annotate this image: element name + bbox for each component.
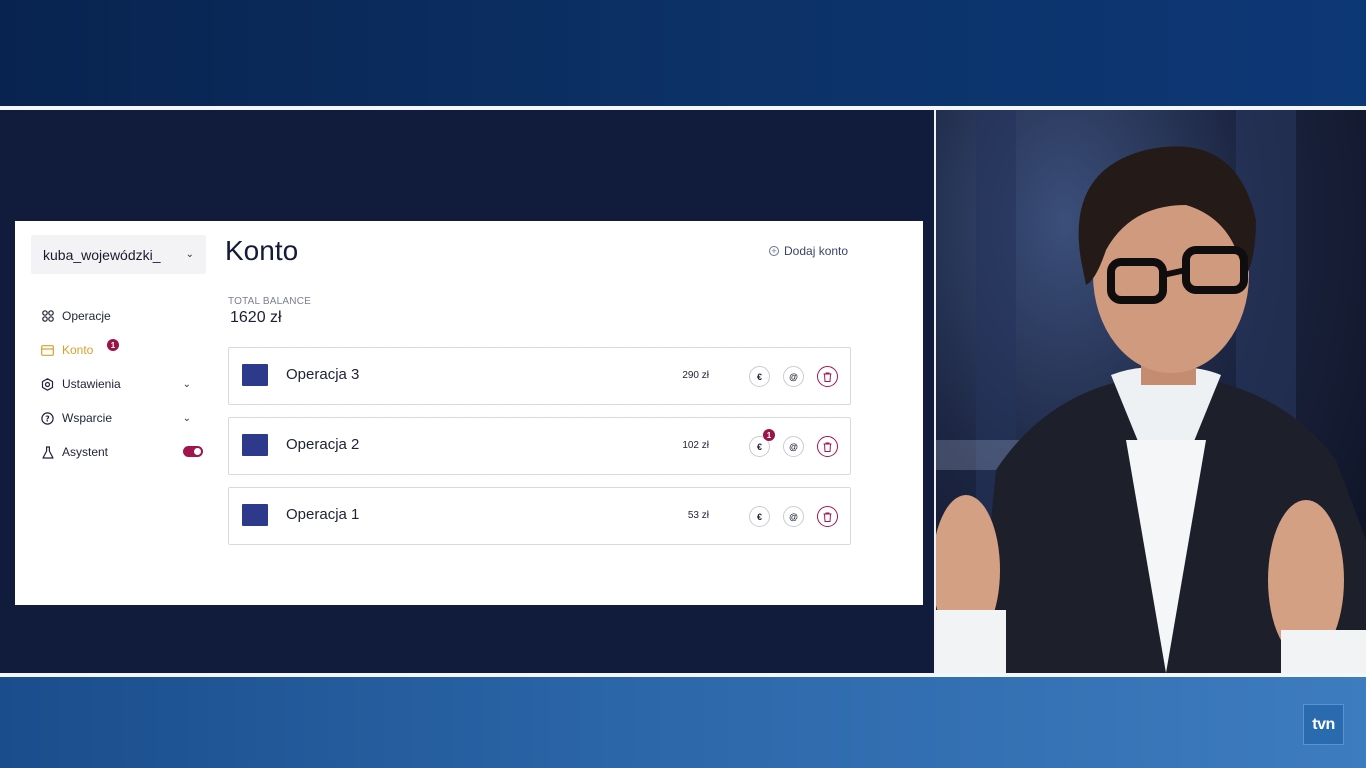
operation-thumbnail — [242, 504, 268, 526]
assistant-toggle[interactable] — [183, 446, 203, 457]
at-button[interactable]: @ — [783, 506, 804, 527]
chevron-down-icon: ⌄ — [185, 249, 194, 260]
add-account-button[interactable]: + Dodaj konto — [769, 244, 848, 258]
euro-icon: € — [756, 511, 762, 522]
notification-badge: 1 — [763, 429, 775, 441]
presenter-image — [936, 110, 1366, 673]
euro-button[interactable]: € — [749, 506, 770, 527]
plus-circle-icon: + — [769, 246, 779, 256]
euro-icon: € — [756, 371, 762, 382]
chevron-down-icon: ⌄ — [182, 379, 191, 390]
operation-name: Operacja 1 — [286, 506, 360, 523]
operation-row[interactable]: Operacja 1 53 zł € @ — [228, 487, 851, 545]
sidebar-item-label: Wsparcie — [62, 411, 113, 425]
total-balance-value: 1620 zł — [230, 309, 282, 326]
total-balance-label: TOTAL BALANCE — [228, 296, 311, 307]
delete-button[interactable] — [817, 366, 838, 387]
svg-text:?: ? — [45, 414, 50, 423]
operations-list: Operacja 3 290 zł € @ Operacja 2 102 zł … — [228, 347, 851, 557]
operation-amount: 53 zł — [687, 510, 709, 521]
sidebar-item-konto[interactable]: Konto 1 — [41, 333, 191, 367]
at-icon: @ — [789, 511, 798, 522]
gear-icon — [41, 377, 54, 391]
banking-app-window: kuba_wojewódzki_ ⌄ Operacje Konto 1 Usta… — [15, 221, 923, 605]
grid-icon — [41, 310, 54, 323]
at-button[interactable]: @ — [783, 436, 804, 457]
euro-icon: € — [756, 441, 762, 452]
at-icon: @ — [789, 441, 798, 452]
trash-icon — [823, 512, 832, 522]
sidebar-item-asystent[interactable]: Asystent — [41, 435, 203, 469]
add-account-label: Dodaj konto — [784, 244, 849, 258]
notification-badge: 1 — [107, 339, 119, 351]
operation-name: Operacja 2 — [286, 436, 360, 453]
operation-row[interactable]: Operacja 3 290 zł € @ — [228, 347, 851, 405]
presenter-camera-feed — [936, 110, 1366, 673]
flask-icon — [41, 445, 54, 459]
delete-button[interactable] — [817, 436, 838, 457]
help-circle-icon: ? — [41, 411, 54, 425]
operation-row[interactable]: Operacja 2 102 zł € 1 @ — [228, 417, 851, 475]
trash-icon — [823, 372, 832, 382]
euro-button[interactable]: € — [749, 366, 770, 387]
delete-button[interactable] — [817, 506, 838, 527]
sidebar-item-label: Operacje — [62, 309, 111, 323]
at-icon: @ — [789, 371, 798, 382]
page-title: Konto — [225, 235, 299, 266]
operation-thumbnail — [242, 364, 268, 386]
card-icon — [41, 344, 54, 357]
tvn-logo: tvn — [1303, 704, 1344, 745]
trash-icon — [823, 442, 832, 452]
sidebar-item-label: Konto — [62, 343, 94, 357]
sidebar-item-label: Asystent — [62, 445, 109, 459]
operation-amount: 102 zł — [682, 440, 709, 451]
operation-amount: 290 zł — [682, 370, 709, 381]
broadcast-top-band — [0, 0, 1366, 106]
operation-name: Operacja 3 — [286, 366, 360, 383]
broadcast-bottom-band — [0, 677, 1366, 768]
user-label: kuba_wojewódzki_ — [43, 246, 161, 263]
user-account-dropdown[interactable]: kuba_wojewódzki_ ⌄ — [31, 235, 206, 274]
sidebar-item-operacje[interactable]: Operacje — [41, 299, 191, 333]
sidebar-item-label: Ustawienia — [62, 377, 121, 391]
at-button[interactable]: @ — [783, 366, 804, 387]
operation-thumbnail — [242, 434, 268, 456]
sidebar-item-ustawienia[interactable]: Ustawienia ⌄ — [41, 367, 191, 401]
sidebar-nav: Operacje Konto 1 Ustawienia ⌄ ? Wsparcie… — [41, 299, 203, 469]
sidebar-item-wsparcie[interactable]: ? Wsparcie ⌄ — [41, 401, 191, 435]
chevron-down-icon: ⌄ — [182, 413, 191, 424]
